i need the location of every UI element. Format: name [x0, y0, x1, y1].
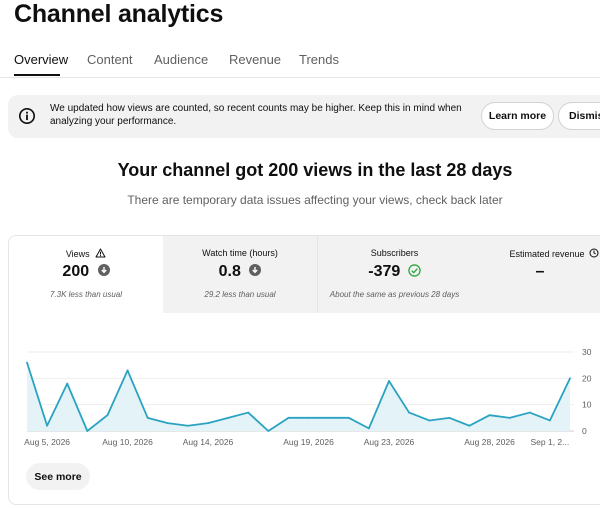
chart-x-tick-label: Aug 10, 2026 [102, 437, 153, 447]
tab-overview[interactable]: Overview [14, 52, 68, 67]
chart-data-point [46, 424, 49, 427]
dismiss-button[interactable]: Dismis [558, 102, 600, 130]
chart-x-tick-label: Aug 28, 2026 [464, 437, 515, 447]
see-more-button[interactable]: See more [26, 463, 90, 490]
summary-headline: Your channel got 200 views in the last 2… [117, 160, 513, 180]
chart-area [27, 362, 570, 431]
learn-more-button[interactable]: Learn more [481, 102, 554, 130]
chart-data-point [126, 369, 129, 372]
chart-data-point [408, 411, 411, 414]
chart-data-point [267, 430, 270, 432]
chart-data-point [367, 427, 370, 430]
banner-line-1: We updated how views are counted, so rec… [50, 103, 462, 114]
tab-audience[interactable]: Audience [154, 52, 208, 67]
chart-data-point [468, 424, 471, 427]
chart-data-point [307, 416, 310, 419]
chart-data-point [106, 414, 109, 417]
active-tab-indicator [14, 74, 60, 76]
chart-data-point [66, 382, 69, 385]
chart-data-point [146, 416, 149, 419]
chart-data-point [26, 361, 28, 364]
tab-bar: Overview Content Audience Revenue Trends [0, 44, 600, 78]
summary-subhead: There are temporary data issues affectin… [127, 193, 503, 207]
chart-y-tick-label: 20 [582, 373, 592, 383]
tab-trends[interactable]: Trends [299, 52, 339, 67]
chart-data-point [508, 416, 511, 419]
chart-x-tick-label: Aug 19, 2026 [283, 437, 334, 447]
chart-x-tick-label: Sep 1, 2... [531, 437, 570, 447]
chart-data-point [347, 416, 350, 419]
chart-data-point [569, 377, 571, 380]
info-icon [18, 107, 36, 125]
chart-x-tick-label: Aug 14, 2026 [183, 437, 234, 447]
tab-content[interactable]: Content [87, 52, 133, 67]
chart-data-point [287, 416, 290, 419]
chart-x-tick-label: Aug 5, 2026 [24, 437, 70, 447]
chart-y-tick-label: 30 [582, 347, 592, 357]
chart-data-point [207, 422, 209, 424]
chart-data-point [528, 411, 531, 414]
chart-data-point [247, 411, 250, 414]
banner-line-2: analyzing your performance. [50, 116, 177, 127]
chart-data-point [428, 419, 431, 422]
chart-data-point [166, 422, 169, 424]
chart-x-tick-label: Aug 23, 2026 [364, 437, 415, 447]
notice-banner: We updated how views are counted, so rec… [8, 95, 600, 138]
chart-data-point [548, 419, 551, 422]
chart-data-point [327, 416, 330, 419]
chart-data-point [227, 416, 230, 419]
views-chart: 30 20 10 0 Aug 5, 2026 Aug 10, 2026 Aug 14, 20… [24, 347, 592, 447]
chart-data-point [388, 380, 390, 382]
page-title: Channel analytics [14, 0, 224, 28]
chart-y-tick-label: 10 [582, 400, 592, 410]
chart-data-point [86, 430, 89, 432]
chart-y-tick-label: 0 [582, 426, 587, 436]
chart-data-point [448, 416, 451, 419]
tab-revenue[interactable]: Revenue [229, 52, 281, 67]
chart-data-point [488, 414, 491, 417]
chart-data-point [186, 424, 189, 427]
banner-message: We updated how views are counted, so rec… [50, 102, 465, 128]
metrics-card: Views 200 7.3K less than usual Watch tim… [8, 235, 600, 505]
